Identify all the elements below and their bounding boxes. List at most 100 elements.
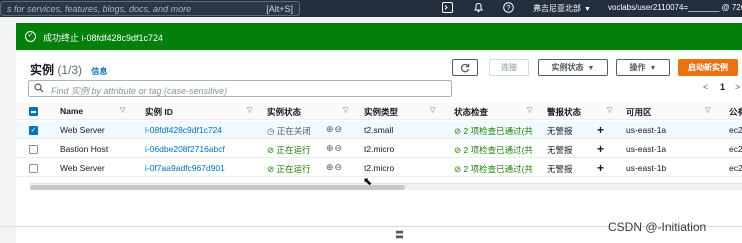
column-header-name[interactable]: Name [60, 106, 83, 116]
notifications-bell-icon[interactable] [472, 2, 485, 15]
pagination-current-page[interactable]: 1 [720, 82, 725, 92]
column-header-availability-zone[interactable]: 可用区 [626, 106, 652, 118]
resize-handle-icon[interactable]: 〓 [395, 228, 404, 241]
account-menu[interactable]: voclabs/user2110074=_______ @ 726 [608, 3, 742, 12]
instance-name: Web Server [60, 163, 105, 173]
row-checkbox[interactable]: ✓ [29, 126, 38, 135]
table-row[interactable]: Bastion Host i-06dbe208f2716abcf ⊘ 正在运行 … [16, 140, 742, 158]
instance-id-link[interactable]: i-08fdf428c9df1c724 [145, 125, 222, 135]
add-alarm-icon[interactable]: + [597, 123, 604, 137]
status-check: ⊘ 2 项检查已通过(共 [454, 144, 533, 156]
instance-state-dropdown[interactable]: 实例状态 ▼ [538, 59, 608, 76]
check-circle-icon: ⊘ [454, 164, 462, 174]
top-nav-bar: s for services, features, blogs, docs, a… [0, 0, 742, 17]
check-circle-icon: ⊘ [454, 126, 462, 136]
table-row[interactable]: Web Server i-0f7aa9adfc967d901 ⊘ 正在运行 ⊕⊖… [16, 159, 742, 177]
availability-zone: us-east-1b [626, 163, 667, 173]
filter-placeholder: Find 实例 by attribute or tag (case-sensit… [51, 86, 228, 96]
public-dns: ec2 [729, 163, 742, 173]
status-check-text: 2 项检查已通过(共 [463, 126, 533, 136]
pagination-next-button[interactable]: > [735, 82, 740, 92]
add-alarm-icon[interactable]: + [597, 161, 604, 175]
zoom-icons[interactable]: ⊕⊖ [326, 124, 343, 135]
instance-type: t2.micro [364, 144, 395, 154]
instance-state-text: 正在运行 [276, 145, 311, 155]
add-alarm-icon[interactable]: + [597, 142, 604, 156]
chevron-down-icon: ▼ [587, 65, 595, 72]
row-checkbox[interactable] [29, 164, 38, 173]
instance-state-text: 正在运行 [276, 164, 311, 174]
scrollbar-thumb[interactable] [30, 185, 405, 190]
instance-state: ⊘ 正在运行 [267, 163, 311, 175]
column-header-status-check[interactable]: 状态检查 [454, 106, 488, 118]
refresh-button[interactable] [452, 59, 478, 76]
instance-state: ⊘ 正在运行 [267, 144, 311, 156]
sort-icon[interactable]: ▽ [120, 106, 125, 114]
status-check: ⊘ 2 项检查已通过(共 [454, 125, 533, 137]
status-check-text: 2 项检查已通过(共 [463, 145, 533, 155]
table-row[interactable]: ✓ Web Server i-08fdf428c9df1c724 ◷ 正在关闭 … [16, 121, 742, 139]
search-icon [34, 83, 44, 95]
instance-state: ◷ 正在关闭 [267, 125, 311, 137]
check-circle-icon: ✓ [25, 31, 36, 42]
instance-type: t2.micro [364, 163, 395, 173]
column-header-instance-type[interactable]: 实例类型 [364, 106, 398, 118]
column-header-instance-id[interactable]: 实例 ID [145, 106, 173, 118]
alarm-status: 无警报 [547, 126, 573, 136]
public-dns: ec2 [729, 144, 742, 154]
check-circle-icon: ⊘ [267, 164, 275, 174]
zoom-icons[interactable]: ⊕⊖ [326, 162, 343, 173]
flash-message: 成功终止 i-08fdf428c9df1c724 [43, 33, 164, 43]
selection-count: (1/3) [57, 63, 83, 77]
sort-icon[interactable]: ▽ [343, 106, 348, 114]
global-search-input[interactable]: s for services, features, blogs, docs, a… [0, 1, 300, 16]
column-header-alarm-status[interactable]: 警报状态 [547, 106, 581, 118]
success-flash-banner: ✓ 成功终止 i-08fdf428c9df1c724 [16, 23, 742, 50]
instance-state-label: 实例状态 [551, 63, 584, 72]
launch-instance-button[interactable]: 启动新实例 [678, 59, 738, 76]
status-check-text: 2 项检查已通过(共 [463, 164, 533, 174]
region-label: 弗吉尼亚北部 [533, 4, 581, 13]
mouse-cursor-icon: ⬉ [363, 176, 373, 188]
instance-id-link[interactable]: i-0f7aa9adfc967d901 [145, 163, 225, 173]
sort-icon[interactable]: ▽ [607, 106, 612, 114]
panel-title-text: 实例 [30, 63, 55, 77]
select-all-checkbox[interactable] [29, 107, 38, 116]
account-label: voclabs/user2110074=_______ @ 726 [608, 3, 742, 12]
sort-icon[interactable]: ▽ [527, 106, 532, 114]
actions-label: 操作 [629, 63, 646, 72]
availability-zone: us-east-1a [626, 125, 667, 135]
refresh-icon [460, 63, 470, 73]
actions-dropdown[interactable]: 操作 ▼ [616, 59, 670, 76]
instance-filter-input[interactable]: Find 实例 by attribute or tag (case-sensit… [28, 80, 452, 97]
watermark: CSDN @-Initiation [608, 220, 707, 234]
alarm-status: 无警报 [547, 164, 573, 174]
cloudshell-icon[interactable] [441, 2, 454, 15]
help-icon[interactable]: ? [502, 2, 515, 15]
sort-icon[interactable]: ▽ [247, 106, 252, 114]
column-header-public[interactable]: 公有 [729, 106, 742, 118]
instances-panel: 实例 (1/3) 信息 连接 实例状态 ▼ 操作 ▼ 启动新实例 Find 实例 b… [16, 52, 742, 243]
search-placeholder: s for services, features, blogs, docs, a… [7, 4, 192, 14]
connect-button[interactable]: 连接 [489, 59, 529, 76]
region-selector[interactable]: 弗吉尼亚北部 ▼ [533, 3, 591, 14]
zoom-icons[interactable]: ⊕⊖ [326, 143, 343, 154]
status-check: ⊘ 2 项检查已通过(共 [454, 163, 533, 175]
pagination-prev-button[interactable]: < [703, 82, 708, 92]
alarm-status: 无警报 [547, 145, 573, 155]
instance-id-link[interactable]: i-06dbe208f2716abcf [145, 144, 225, 154]
instance-state-text: 正在关闭 [276, 126, 311, 136]
check-circle-icon: ⊘ [454, 145, 462, 155]
info-link[interactable]: 信息 [91, 67, 107, 76]
search-shortcut-hint: [Alt+S] [266, 4, 293, 14]
check-circle-icon: ⊘ [267, 145, 275, 155]
row-checkbox[interactable] [29, 145, 38, 154]
connect-label: 连接 [501, 63, 517, 72]
sort-icon[interactable]: ▽ [705, 106, 710, 114]
chevron-down-icon: ▼ [584, 6, 591, 13]
horizontal-scrollbar[interactable] [30, 183, 742, 190]
column-header-instance-state[interactable]: 实例状态 [267, 106, 301, 118]
sort-icon[interactable]: ▽ [430, 106, 435, 114]
availability-zone: us-east-1a [626, 144, 667, 154]
table-header-row: Name ▽ 实例 ID ▽ 实例状态 ▽ 实例类型 ▽ 状态检查 ▽ 警报状态… [16, 102, 742, 120]
